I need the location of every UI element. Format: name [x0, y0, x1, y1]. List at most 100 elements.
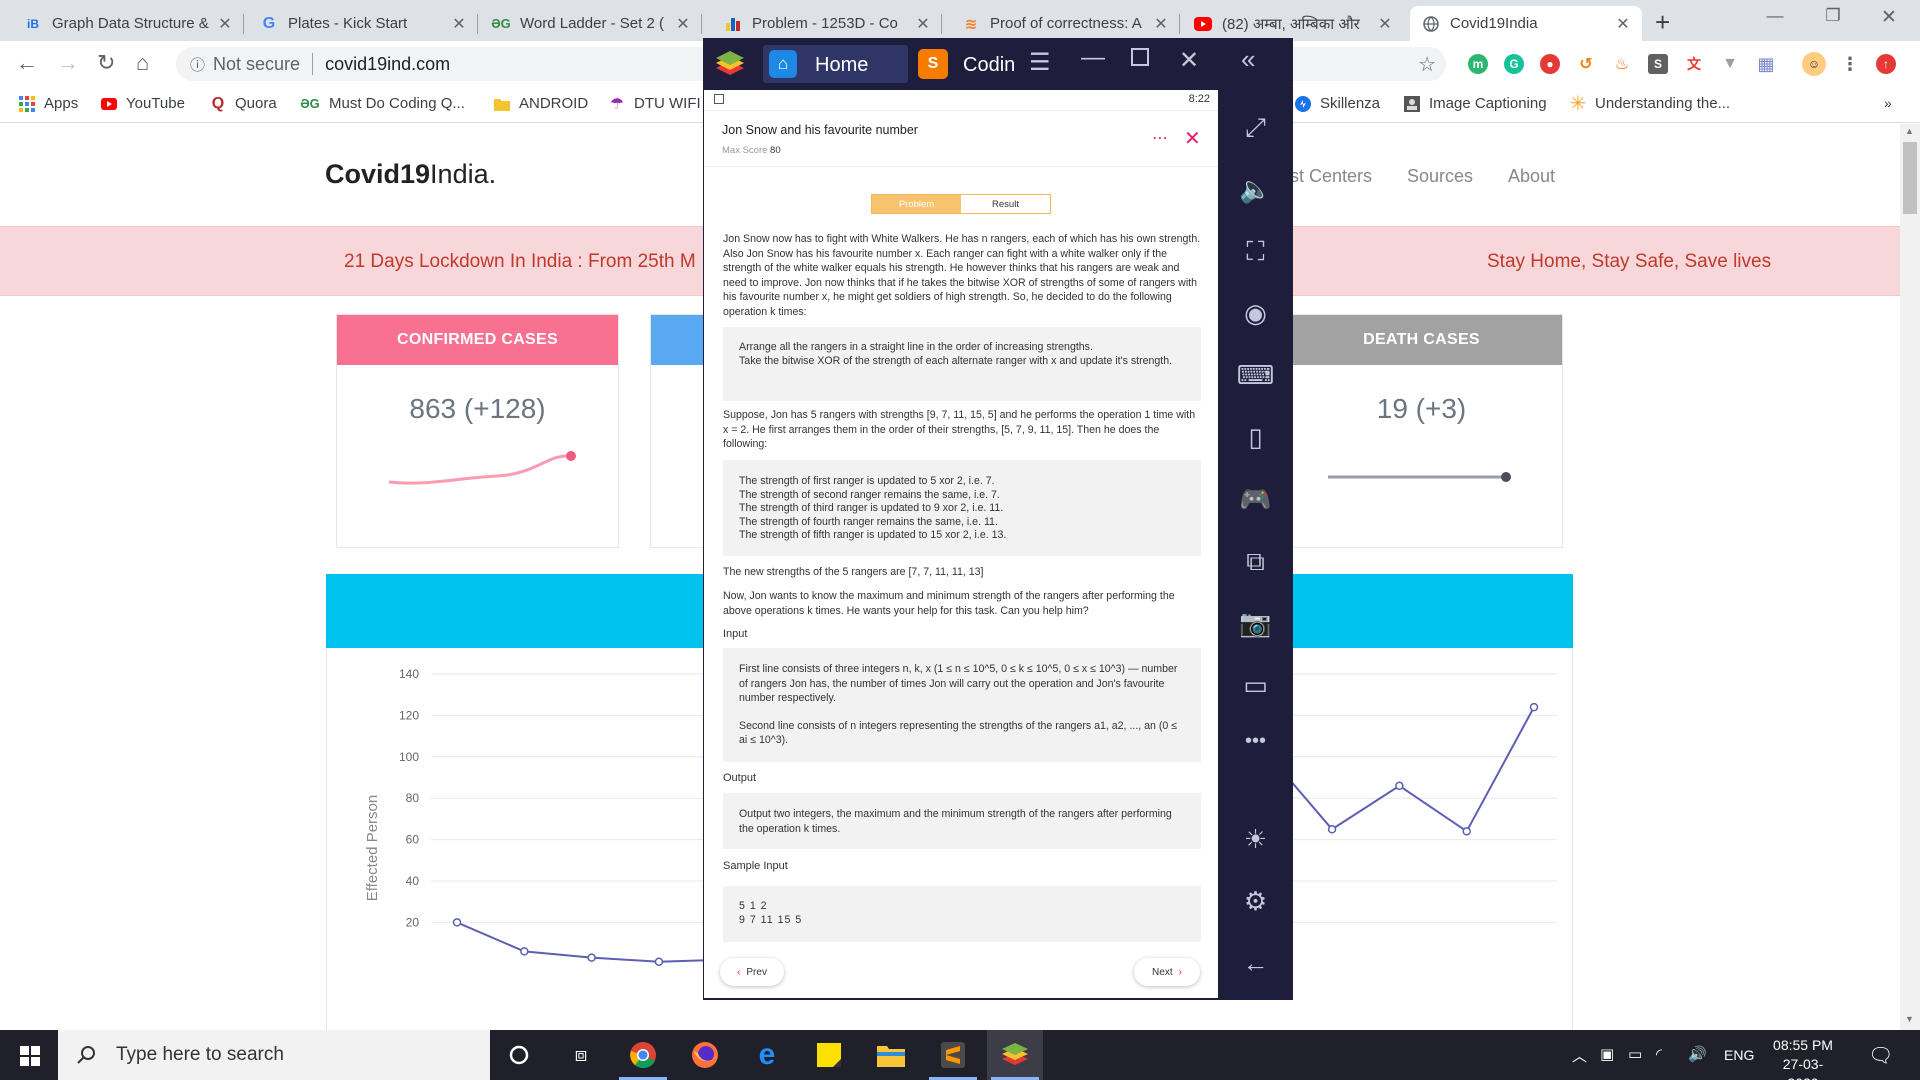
phone-rotate-icon[interactable]: ▯ [1218, 422, 1293, 453]
extension-fire-icon[interactable]: ♨ [1612, 54, 1632, 74]
more-options-icon[interactable]: ⋯ [1152, 128, 1169, 148]
task-view-button[interactable]: ⧈ [553, 1030, 609, 1080]
tab-coding-app[interactable]: S Codin [913, 45, 1023, 83]
extension-arrow-icon[interactable]: ↺ [1576, 54, 1596, 74]
bookmark-quora[interactable]: Q Quora [210, 95, 277, 113]
tab-6-active[interactable]: Covid19India ✕ [1410, 6, 1642, 41]
back-arrow-icon[interactable]: ← [1218, 948, 1293, 979]
tab-problem[interactable]: Problem [872, 195, 961, 213]
data-point[interactable] [1462, 827, 1471, 836]
taskbar-search[interactable]: Type here to search [58, 1030, 490, 1080]
nav-test-centers[interactable]: st Centers [1290, 166, 1372, 187]
chrome-taskbar-app[interactable] [615, 1030, 671, 1080]
tab-0[interactable]: iB Graph Data Structure & ✕ [12, 6, 244, 41]
page-scrollbar[interactable]: ▲ ▼ [1900, 124, 1920, 1030]
close-icon[interactable]: ✕ [1179, 46, 1199, 75]
battery-icon[interactable]: ▭ [1628, 1045, 1642, 1063]
extension-m-icon[interactable]: m [1468, 54, 1488, 74]
data-point[interactable] [520, 947, 529, 956]
extension-translate-icon[interactable]: 文 [1684, 54, 1704, 74]
edge-taskbar-app[interactable]: e [739, 1030, 795, 1080]
tab-2[interactable]: ƏG Word Ladder - Set 2 ( ✕ [480, 6, 702, 41]
action-center-icon[interactable]: 🗨 [1868, 1043, 1893, 1068]
bookmark-youtube[interactable]: YouTube [101, 95, 185, 112]
tab-home[interactable]: ⌂ Home [763, 45, 908, 83]
tab-1[interactable]: G Plates - Kick Start ✕ [248, 6, 478, 41]
data-point[interactable] [1529, 702, 1539, 712]
firefox-taskbar-app[interactable] [677, 1030, 733, 1080]
file-explorer-taskbar-app[interactable] [863, 1030, 919, 1080]
nav-about[interactable]: About [1508, 166, 1555, 187]
tab-4[interactable]: ≋ Proof of correctness: A ✕ [950, 6, 1180, 41]
settings-gear-icon[interactable]: ⚙ [1218, 886, 1293, 917]
bookmark-skillenza[interactable]: Skillenza [1295, 95, 1380, 112]
reload-icon[interactable]: ↻ [97, 50, 115, 76]
sublime-taskbar-app[interactable] [925, 1030, 981, 1080]
url-text[interactable]: covid19ind.com [325, 54, 450, 75]
home-icon[interactable]: ⌂ [136, 50, 149, 76]
minimize-icon[interactable]: — [1081, 44, 1105, 72]
bookmark-image-captioning[interactable]: Image Captioning [1404, 95, 1547, 112]
close-window-button[interactable]: ✕ [1866, 6, 1912, 29]
site-logo[interactable]: Covid19India. [325, 159, 496, 190]
avatar[interactable]: ☺ [1802, 52, 1826, 76]
close-icon[interactable]: ✕ [450, 14, 468, 34]
close-problem-icon[interactable]: ✕ [1184, 126, 1201, 151]
bookmark-apps[interactable]: Apps [19, 95, 78, 112]
tab-3[interactable]: Problem - 1253D - Co ✕ [712, 6, 942, 41]
hamburger-menu-icon[interactable]: ☰ [1029, 48, 1051, 77]
fullscreen-icon[interactable]: ⤢ [1218, 112, 1293, 144]
tab-5[interactable]: (82) अम्बा, अम्बिका और ✕ [1182, 6, 1404, 41]
start-button[interactable] [0, 1030, 58, 1080]
extension-v-icon[interactable]: ▼ [1720, 54, 1740, 74]
maximize-icon[interactable] [1131, 48, 1149, 66]
more-bookmarks-icon[interactable]: » [1884, 95, 1892, 111]
adblock-icon[interactable]: ● [1540, 54, 1560, 74]
close-icon[interactable]: ✕ [1376, 14, 1394, 34]
nav-sources[interactable]: Sources [1407, 166, 1473, 187]
data-point[interactable] [452, 918, 462, 927]
gamepad-icon[interactable]: 🎮 [1218, 484, 1293, 515]
data-point[interactable] [1327, 825, 1337, 834]
language-indicator[interactable]: ENG [1724, 1047, 1754, 1063]
wifi-icon[interactable]: ◜ [1656, 1045, 1662, 1063]
lightbulb-icon[interactable]: ☀ [1218, 824, 1293, 855]
bookmark-understanding[interactable]: ✳ Understanding the... [1570, 93, 1730, 115]
clock[interactable]: 08:55 PM 27-03-2020 [1768, 1036, 1838, 1080]
network-monitor-icon[interactable]: ▣ [1600, 1045, 1614, 1063]
apk-install-icon[interactable]: ⧉ [1218, 546, 1293, 578]
show-hidden-icons-icon[interactable]: ︿ [1572, 1045, 1587, 1066]
bookmark-dtu-wifi[interactable]: ☂ DTU WIFI [609, 95, 701, 113]
collapse-sidebar-icon[interactable]: « [1241, 44, 1255, 75]
volume-icon[interactable]: 🔈 [1218, 174, 1293, 205]
extension-grid-icon[interactable]: ▦ [1756, 54, 1776, 74]
new-tab-button[interactable]: + [1655, 7, 1670, 38]
camera-icon[interactable]: 📷 [1218, 608, 1293, 639]
more-icon[interactable]: ••• [1218, 730, 1293, 753]
video-record-icon[interactable]: ▭ [1218, 670, 1293, 701]
eye-icon[interactable]: ◉ [1218, 298, 1293, 329]
data-point[interactable] [1395, 781, 1404, 791]
close-icon[interactable]: ✕ [1614, 14, 1632, 34]
cortana-button[interactable] [491, 1030, 547, 1080]
close-icon[interactable]: ✕ [216, 14, 234, 34]
bookmark-android[interactable]: ANDROID [494, 95, 588, 112]
sticky-notes-taskbar-app[interactable] [801, 1030, 857, 1080]
restore-button[interactable]: ❐ [1810, 6, 1856, 26]
menu-kebab-icon[interactable]: ⋮ [1840, 54, 1860, 74]
close-icon[interactable]: ✕ [914, 14, 932, 34]
forward-arrow-icon[interactable]: → [57, 50, 79, 76]
bookmark-must-do[interactable]: ƏG Must Do Coding Q... [300, 95, 465, 112]
speaker-icon[interactable]: 🔊 [1688, 1045, 1707, 1063]
info-icon[interactable]: ⓘ [190, 54, 205, 75]
screen-select-icon[interactable]: ⛶ [1218, 236, 1293, 268]
grammarly-icon[interactable]: G [1504, 54, 1524, 74]
prev-button[interactable]: ‹ Prev [720, 958, 784, 986]
bluestacks-taskbar-app[interactable] [987, 1030, 1043, 1080]
next-button[interactable]: Next › [1134, 958, 1200, 986]
close-icon[interactable]: ✕ [674, 14, 692, 34]
bookmark-star-icon[interactable]: ☆ [1418, 52, 1436, 77]
data-point[interactable] [654, 957, 664, 966]
back-arrow-icon[interactable]: ← [16, 50, 38, 76]
data-point[interactable] [587, 953, 596, 962]
